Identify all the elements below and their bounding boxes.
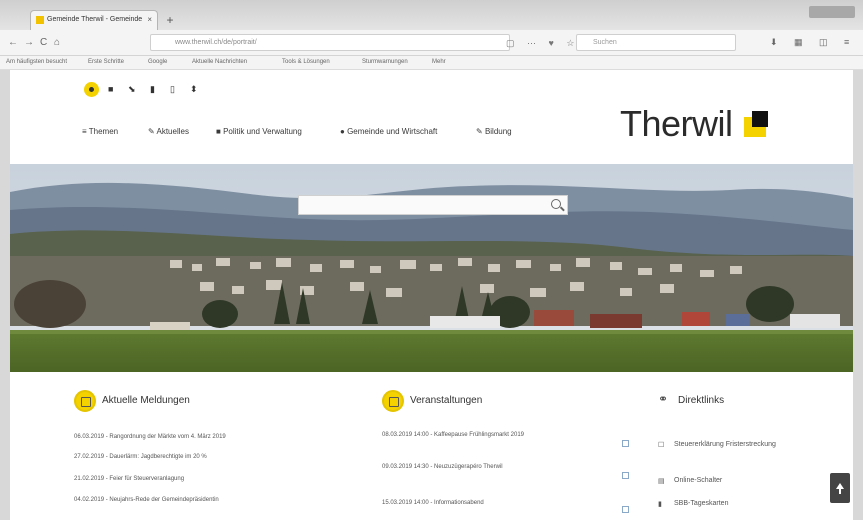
tab-bar: Gemeinde Therwil - Gemeinde × + (0, 0, 863, 30)
bookmark-item[interactable]: Erste Schritte (88, 59, 124, 65)
scroll-to-top-button[interactable] (830, 473, 850, 503)
quick-icon[interactable]: ■ (108, 84, 113, 94)
news-title: Aktuelle Meldungen (102, 395, 190, 406)
news-section: Aktuelle Meldungen 06.03.2019 - Rangordn… (74, 390, 314, 503)
links-title: Direktlinks (678, 395, 725, 406)
nav-label: Bildung (484, 127, 512, 136)
bookmark-item[interactable]: Aktuelle Nachrichten (192, 59, 247, 65)
tab-title: Gemeinde Therwil - Gemeinde (47, 16, 143, 23)
browser-search-input[interactable]: Suchen (576, 34, 736, 51)
nav-item-bildung[interactable]: ✎ Bildung (476, 127, 512, 136)
news-item[interactable]: 06.03.2019 - Rangordnung der Märkte vom … (74, 434, 226, 440)
navigation-toolbar: ← → C ⌂ www.therwil.ch/de/portrait/ ▢ ⋯ … (0, 30, 863, 56)
news-item[interactable]: 21.02.2019 - Feier für Steuerveranlagung (74, 476, 184, 482)
quick-icon[interactable]: ⬍ (190, 84, 198, 95)
page-actions-icons[interactable]: ▢ ⋯ ♥ ☆ (506, 38, 579, 49)
hero-image (10, 164, 853, 372)
link-label: SBB-Tageskarten (674, 500, 729, 507)
link-chain-icon: ⚭ (658, 392, 669, 406)
events-header: Veranstaltungen (382, 390, 632, 412)
web-page: ■ ⬊ ▮ ▯ ⬍ ≡ Themen ✎ Aktuelles ■ Politik… (10, 70, 853, 520)
nav-icon: ≡ (82, 127, 87, 136)
news-item[interactable]: 04.02.2019 - Neujahrs-Rede der Gemeindep… (74, 497, 219, 503)
nav-icon: ✎ (148, 127, 155, 136)
nav-item-gemeinde[interactable]: ● Gemeinde und Wirtschaft (340, 127, 437, 136)
forward-icon[interactable]: → (24, 37, 34, 48)
bookmark-item[interactable]: Mehr (432, 59, 446, 65)
logo-text: Therwil (620, 103, 733, 144)
home-icon[interactable]: ⌂ (54, 37, 60, 48)
nav-item-aktuelles[interactable]: ✎ Aktuelles (148, 127, 189, 136)
nav-item-politik[interactable]: ■ Politik und Verwaltung (216, 127, 302, 136)
bookmarks-bar: Am häufigsten besucht Erste Schritte Goo… (0, 56, 863, 70)
bookmark-item[interactable]: Sturmwarnungen (362, 59, 408, 65)
toolbar-right-icons[interactable]: ⬇ ▦ ◫ ≡ (770, 37, 856, 48)
bookmark-item[interactable]: Google (148, 59, 167, 65)
event-calendar-icon[interactable] (622, 506, 629, 513)
event-calendar-icon[interactable] (622, 440, 629, 447)
nav-item-themen[interactable]: ≡ Themen (82, 127, 118, 136)
site-search-input[interactable] (298, 195, 568, 215)
url-bar[interactable]: www.therwil.ch/de/portrait/ (150, 34, 510, 51)
nav-icon: ■ (216, 127, 221, 136)
quick-home-icon[interactable] (84, 82, 99, 97)
favicon-icon (36, 16, 44, 24)
ticket-icon: ▮ (658, 501, 662, 508)
bookmark-item[interactable]: Tools & Lösungen (282, 59, 330, 65)
therwil-logo[interactable]: Therwil (620, 103, 768, 144)
quick-icon[interactable]: ▯ (170, 84, 175, 95)
window-controls[interactable] (809, 6, 855, 18)
quick-icon[interactable]: ⬊ (128, 84, 136, 95)
bookmark-item[interactable]: Am häufigsten besucht (6, 59, 67, 65)
event-item[interactable]: 15.03.2019 14:00 - Informationsabend (382, 500, 484, 506)
nav-label: Politik und Verwaltung (223, 127, 302, 136)
reload-icon[interactable]: C (40, 37, 47, 48)
counter-icon: ▤ (658, 478, 665, 485)
new-tab-button[interactable]: + (163, 13, 177, 27)
document-icon: ☐ (658, 442, 665, 449)
nav-label: Aktuelles (156, 127, 189, 136)
quick-icon[interactable]: ▮ (150, 84, 155, 95)
link-label: Online-Schalter (674, 477, 723, 484)
news-icon (74, 390, 96, 412)
news-item[interactable]: 27.02.2019 - Dauerlärm: Jagdberechtigte … (74, 454, 207, 460)
link-label: Steuererklärung Fristerstreckung (674, 441, 776, 448)
back-icon[interactable]: ← (8, 37, 18, 48)
nav-label: Gemeinde und Wirtschaft (347, 127, 438, 136)
event-item[interactable]: 09.03.2019 14:30 - Neuzuzügerapéro Therw… (382, 464, 503, 470)
events-section: Veranstaltungen 08.03.2019 14:00 - Kaffe… (382, 390, 632, 513)
nav-icon: ● (340, 127, 345, 136)
logo-mark-icon (744, 111, 768, 137)
browser-tab[interactable]: Gemeinde Therwil - Gemeinde × (30, 10, 158, 30)
nav-icon: ✎ (476, 127, 483, 136)
links-section: ⚭ Direktlinks ☐ Steuererklärung Fristers… (658, 390, 808, 508)
tab-close-icon[interactable]: × (147, 15, 152, 24)
event-calendar-icon[interactable] (622, 472, 629, 479)
event-item[interactable]: 08.03.2019 14:00 - Kaffeepause Frühlings… (382, 432, 524, 438)
browser-window: Gemeinde Therwil - Gemeinde × + ← → C ⌂ … (0, 0, 863, 520)
nav-label: Themen (88, 127, 119, 136)
links-header: ⚭ Direktlinks (658, 390, 808, 412)
search-icon[interactable] (551, 199, 561, 209)
calendar-icon (382, 390, 404, 412)
news-header: Aktuelle Meldungen (74, 390, 314, 412)
events-title: Veranstaltungen (410, 395, 483, 406)
